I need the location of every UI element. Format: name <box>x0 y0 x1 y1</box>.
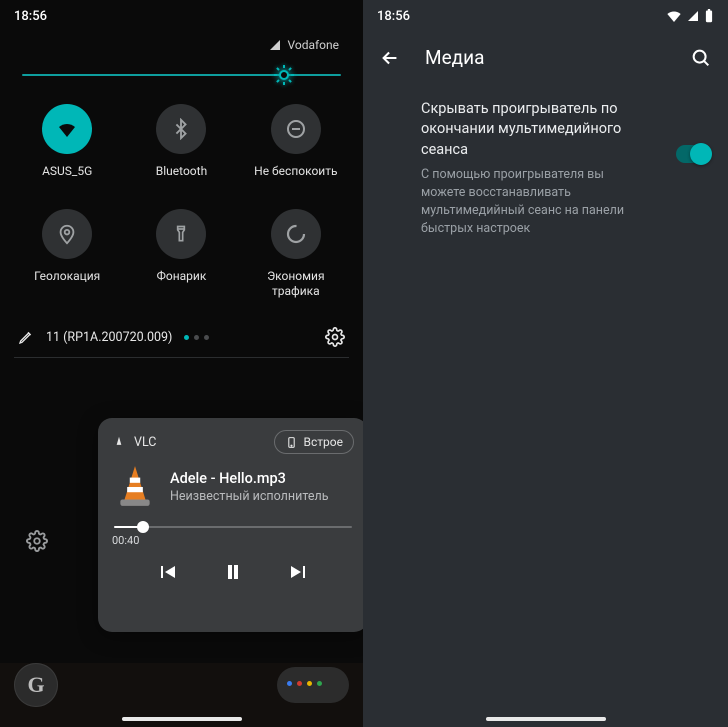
setting-row-hide-player[interactable]: Скрывать проигрыватель по окончании муль… <box>363 87 728 238</box>
media-pause-button[interactable] <box>218 557 248 587</box>
media-elapsed: 00:40 <box>112 534 354 547</box>
settings-icon[interactable] <box>325 327 345 347</box>
qs-tile-datasaver[interactable]: Экономия трафика <box>239 201 353 317</box>
toggle-knob <box>690 143 712 165</box>
brightness-thumb[interactable] <box>271 62 297 88</box>
build-label: 11 (RP1A.200720.009) <box>46 330 172 345</box>
track-title: Adele - Hello.mp3 <box>170 470 328 487</box>
qs-label: Bluetooth <box>156 164 207 179</box>
setting-title: Скрывать проигрыватель по окончании муль… <box>421 99 662 160</box>
media-app-name: VLC <box>134 435 156 450</box>
carrier-row: Vodafone <box>0 32 363 56</box>
qs-tile-dnd[interactable]: Не беспокоить <box>239 96 353 197</box>
signal-icon <box>269 39 281 51</box>
status-time: 18:56 <box>377 9 410 24</box>
gesture-handle[interactable] <box>486 717 606 721</box>
media-output-label: Встрое <box>304 435 343 449</box>
brightness-icon <box>272 63 296 87</box>
vlc-app-icon <box>112 435 126 449</box>
qs-label: Экономия трафика <box>246 269 346 299</box>
qs-label: ASUS_5G <box>42 164 92 179</box>
carrier-label: Vodafone <box>287 38 339 52</box>
datasaver-icon <box>271 209 321 259</box>
search-button[interactable] <box>690 47 712 69</box>
gesture-handle[interactable] <box>122 717 242 721</box>
bluetooth-icon <box>156 104 206 154</box>
settings-header: Медиа <box>363 32 728 87</box>
media-settings-icon[interactable] <box>26 530 48 552</box>
edit-icon[interactable] <box>18 329 34 345</box>
search-icon <box>690 47 712 69</box>
build-row: 11 (RP1A.200720.009) <box>0 317 363 357</box>
quick-settings-panel: 18:56 Vodafone ASUS_5G Bluetooth <box>0 0 363 727</box>
quick-settings-grid: ASUS_5G Bluetooth Не беспокоить Геолокац… <box>0 86 363 317</box>
qs-tile-bluetooth[interactable]: Bluetooth <box>124 96 238 197</box>
location-icon <box>42 209 92 259</box>
battery-icon <box>704 9 714 23</box>
qs-label: Фонарик <box>157 269 207 284</box>
phone-icon <box>285 436 298 449</box>
media-player-card[interactable]: VLC Встрое Adele - Hello.mp3 Неизвестный… <box>98 418 363 632</box>
media-next-button[interactable] <box>284 557 314 587</box>
media-output-chip[interactable]: Встрое <box>274 430 354 454</box>
media-progress[interactable] <box>114 526 352 528</box>
qs-tile-flashlight[interactable]: Фонарик <box>124 201 238 317</box>
qs-label: Не беспокоить <box>254 164 337 179</box>
divider <box>14 357 349 358</box>
wifi-icon <box>666 10 682 22</box>
dnd-icon <box>271 104 321 154</box>
page-title: Медиа <box>425 46 484 69</box>
assistant-button[interactable] <box>277 667 349 703</box>
media-prev-button[interactable] <box>152 557 182 587</box>
status-bar: 18:56 <box>363 0 728 32</box>
settings-screen: 18:56 Медиа Скрывать проигрыватель по ок… <box>363 0 728 727</box>
signal-icon <box>686 10 700 22</box>
google-app-icon[interactable]: G <box>14 663 58 707</box>
album-art-icon <box>112 464 158 510</box>
media-app-row: VLC <box>112 435 156 450</box>
status-bar: 18:56 <box>0 0 363 32</box>
setting-description: С помощью проигрывателя вы можете восста… <box>421 166 651 239</box>
wifi-icon <box>42 104 92 154</box>
qs-tile-wifi[interactable]: ASUS_5G <box>10 96 124 197</box>
flashlight-icon <box>156 209 206 259</box>
setting-toggle[interactable] <box>676 145 710 163</box>
track-artist: Неизвестный исполнитель <box>170 489 328 504</box>
status-time: 18:56 <box>14 9 47 24</box>
back-icon[interactable] <box>379 47 401 69</box>
brightness-slider[interactable] <box>22 74 341 76</box>
page-indicator <box>184 335 209 340</box>
qs-tile-location[interactable]: Геолокация <box>10 201 124 317</box>
qs-label: Геолокация <box>34 269 100 284</box>
